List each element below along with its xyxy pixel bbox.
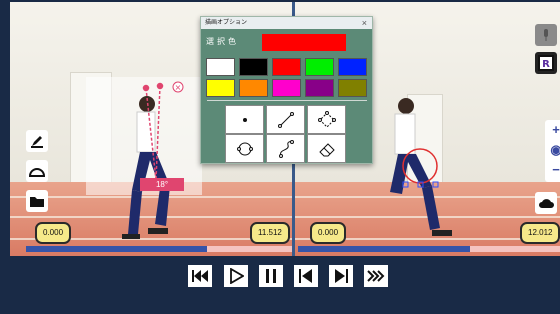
dot-tool-icon[interactable]: [225, 105, 264, 134]
pen-icon[interactable]: [26, 130, 48, 152]
color-swatch[interactable]: [239, 79, 268, 97]
zoom-in-button[interactable]: +: [545, 120, 560, 140]
color-swatch[interactable]: [305, 79, 334, 97]
selected-color-label: 選択色: [206, 37, 239, 46]
color-swatch[interactable]: [272, 58, 301, 76]
cloud-upload-icon[interactable]: [535, 192, 557, 214]
selected-color-swatch: [262, 34, 346, 51]
fast-forward-button[interactable]: [364, 265, 388, 287]
skip-back-button[interactable]: [188, 265, 212, 287]
close-icon[interactable]: ×: [362, 17, 367, 29]
dialog-title: 描画オプション: [205, 20, 248, 26]
color-swatch[interactable]: [206, 58, 235, 76]
color-swatch[interactable]: [338, 79, 367, 97]
curve-tool-icon[interactable]: [266, 134, 305, 163]
dialog-title-bar: 描画オプション ×: [201, 17, 372, 29]
circle-tool-icon[interactable]: [225, 134, 264, 163]
left-progress: [26, 246, 207, 252]
zoom-control: + ◉ −: [545, 120, 560, 182]
polygon-tool-icon[interactable]: [307, 105, 346, 134]
folder-icon[interactable]: [26, 190, 48, 212]
dialog-divider: [207, 100, 367, 101]
left-runner: [122, 96, 170, 239]
color-swatch[interactable]: [305, 58, 334, 76]
record-film-icon[interactable]: R: [535, 52, 557, 74]
drawing-options-dialog: 描画オプション × 選択色: [200, 16, 373, 164]
right-end-time: 12.012: [520, 222, 560, 244]
angle-readout: 18°: [140, 178, 184, 191]
zoom-center-button[interactable]: ◉: [545, 140, 560, 160]
play-button[interactable]: [224, 265, 248, 287]
microphone-icon[interactable]: [535, 24, 557, 46]
protractor-icon[interactable]: [26, 160, 48, 182]
left-start-time: 0.000: [35, 222, 72, 244]
right-runner: [390, 98, 452, 236]
left-end-time: 11.512: [250, 222, 290, 244]
color-swatch[interactable]: [272, 79, 301, 97]
line-tool-icon[interactable]: [266, 105, 305, 134]
svg-text:×: ×: [175, 83, 182, 92]
video-frame: × 18° 0.000 11.512 0.000 12.012 R + ◉ − …: [10, 2, 560, 256]
eraser-tool-icon[interactable]: [307, 134, 346, 163]
step-forward-button[interactable]: [329, 265, 353, 287]
right-progress: [298, 246, 470, 252]
color-swatch[interactable]: [338, 58, 367, 76]
right-start-time: 0.000: [310, 222, 347, 244]
annotation-delete-icon: ×: [172, 81, 184, 93]
zoom-out-button[interactable]: −: [545, 160, 560, 180]
color-swatch[interactable]: [206, 79, 235, 97]
pause-button[interactable]: [259, 265, 283, 287]
color-swatch[interactable]: [239, 58, 268, 76]
svg-text:R: R: [542, 59, 550, 70]
step-back-button[interactable]: [294, 265, 318, 287]
